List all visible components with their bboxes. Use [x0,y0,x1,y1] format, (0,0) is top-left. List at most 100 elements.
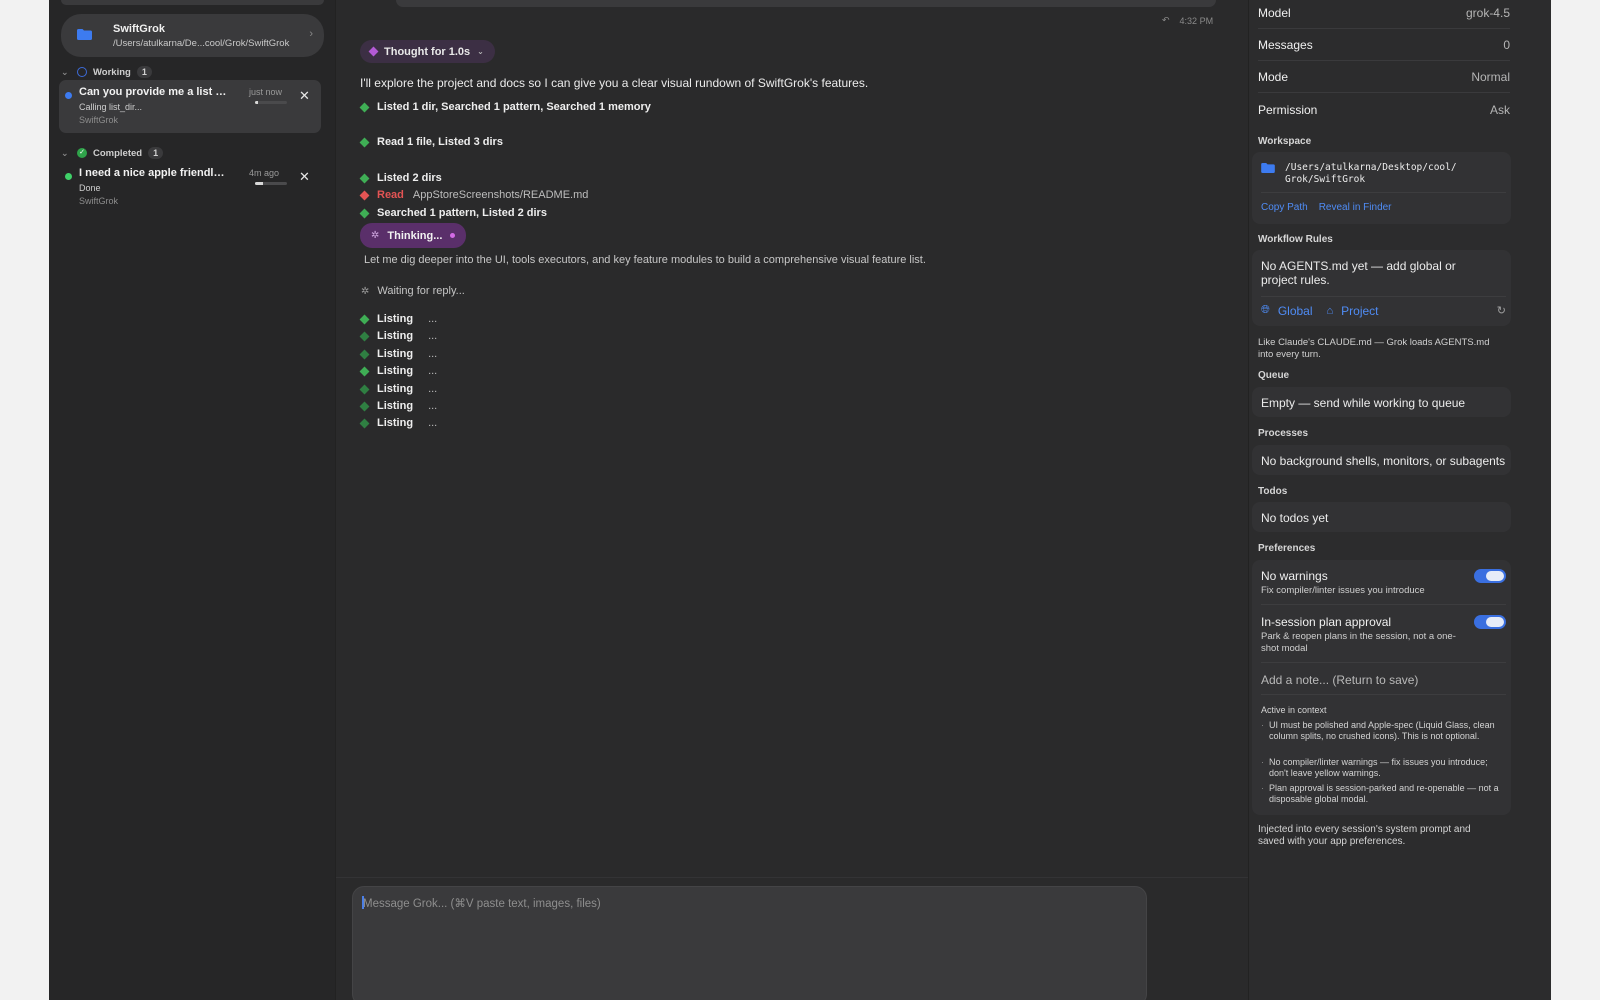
message-timestamp: 4:32 PM [1179,15,1214,26]
diamond-icon [359,401,370,411]
context-rule: · No compiler/linter warnings — fix issue… [1261,757,1506,779]
listing-step[interactable]: Listing... [359,313,438,325]
listing-label: Listing [377,417,414,429]
workspace-card: /Users/atulkarna/Desktop/cool/ Grok/Swif… [1252,152,1511,224]
listing-step[interactable]: Listing... [359,383,438,395]
toggle-knob [1486,571,1504,581]
diamond-icon [359,384,370,394]
preferences-footer: Injected into every session's system pro… [1258,824,1471,847]
divider [1261,694,1506,695]
listing-ellipsis: ... [428,400,438,412]
listing-label: Listing [377,330,414,342]
diamond-icon [368,46,379,57]
queue-text: Empty — send while working to queue [1261,396,1466,410]
listing-step[interactable]: Listing... [359,330,437,342]
project-card[interactable]: SwiftGrok /Users/atulkarna/De...cool/Gro… [61,14,324,57]
plan-approval-toggle[interactable] [1474,615,1506,629]
message-input-placeholder: Message Grok... (⌘V paste text, images, … [363,898,601,910]
activity-dot [450,233,456,238]
info-row-mode: Mode Normal [1258,61,1510,93]
tool-step-label: Listed 2 dirs [377,172,442,184]
info-key: Messages [1258,37,1313,52]
global-rules-button[interactable]: Global [1278,304,1313,318]
context-rule-text: No compiler/linter warnings — fix issues… [1269,757,1488,778]
task-status-dot [65,92,72,99]
workspace-links: Copy Path Reveal in Finder [1261,202,1392,213]
active-context-heading: Active in context [1261,705,1327,715]
task-progress-fill [255,101,259,104]
thought-pill[interactable]: Thought for 1.0s ⌄ [360,40,495,63]
listing-ellipsis: ... [428,383,438,395]
listing-step[interactable]: Listing... [359,348,437,360]
diamond-icon [359,190,370,200]
section-completed-label: Completed [93,147,143,159]
workspace-path-line: Grok/SwiftGrok [1285,174,1366,185]
task-subtitle: Done [79,183,101,193]
note-input[interactable]: Add a note... (Return to save) [1261,673,1418,687]
info-row-permission: Permission Ask [1258,94,1510,126]
tool-step-read[interactable]: Read AppStoreScreenshots/README.md [359,189,588,201]
tool-step[interactable]: Listed 1 dir, Searched 1 pattern, Search… [359,101,651,113]
project-name: SwiftGrok [113,23,165,35]
info-key: Mode [1258,69,1289,84]
project-rules-button[interactable]: Project [1341,304,1378,318]
copy-path-link[interactable]: Copy Path [1261,202,1308,213]
pref-title: In-session plan approval [1261,615,1392,629]
info-row-messages: Messages 0 [1258,29,1510,61]
spinner-icon: ✲ [371,230,380,241]
waiting-label: Waiting for reply... [377,285,465,297]
diamond-icon [359,102,370,112]
diamond-icon [359,314,370,324]
tool-step-label: Listed 1 dir, Searched 1 pattern, Search… [377,101,651,113]
listing-label: Listing [377,313,414,325]
listing-step[interactable]: Listing... [359,400,438,412]
pref-title: No warnings [1261,569,1328,583]
inspector-panel: Model grok-4.5 Messages 0 Mode Normal Permi… [1248,0,1551,1000]
workflow-actions: 🌐︎ Global ⌂ Project ↻ [1261,296,1506,324]
listing-step[interactable]: Listing... [359,417,437,429]
section-completed-count: 1 [148,147,164,159]
tool-step-label: Searched 1 pattern, Listed 2 dirs [377,207,547,219]
todos-heading: Todos [1258,486,1288,497]
refresh-icon[interactable]: ↻ [1497,304,1506,317]
preferences-card: No warnings Fix compiler/linter issues y… [1252,560,1511,815]
tool-step[interactable]: Listed 2 dirs [359,172,442,184]
info-value: grok-4.5 [1465,5,1510,20]
undo-icon[interactable]: ↶ [1162,15,1170,26]
tool-step[interactable]: Searched 1 pattern, Listed 2 dirs [359,207,547,219]
processes-card: No background shells, monitors, or subag… [1252,445,1511,475]
task-progress-bar [255,182,287,185]
section-working[interactable]: ⌄ Working 1 [61,64,152,80]
app-window: SwiftGrok /Users/atulkarna/De...cool/Gro… [49,0,1551,1000]
no-warnings-toggle[interactable] [1474,569,1506,583]
close-icon[interactable]: ✕ [299,88,310,104]
processes-heading: Processes [1258,428,1309,439]
queue-heading: Queue [1258,370,1290,381]
reveal-in-finder-link[interactable]: Reveal in Finder [1319,202,1392,213]
todos-text: No todos yet [1261,511,1329,525]
section-working-count: 1 [136,66,152,78]
task-item-working[interactable]: Can you provide me a list vi... Calling … [59,80,321,133]
info-row-model: Model grok-4.5 [1258,0,1510,29]
context-rule-text: Plan approval is session-parked and re-o… [1269,783,1499,804]
tool-step[interactable]: Read 1 file, Listed 3 dirs [359,136,503,148]
listing-ellipsis: ... [428,365,438,377]
close-icon[interactable]: ✕ [299,169,310,185]
assistant-intro: I'll explore the project and docs so I c… [360,76,869,90]
task-title: I need a nice apple friendly s... [79,167,229,179]
listing-ellipsis: ... [428,313,438,325]
sidebar: SwiftGrok /Users/atulkarna/De...cool/Gro… [49,0,336,1000]
folder-icon [77,29,92,40]
context-rule: · Plan approval is session-parked and re-… [1261,783,1506,805]
task-item-completed[interactable]: I need a nice apple friendly s... Done S… [59,161,321,214]
message-input[interactable]: Message Grok... (⌘V paste text, images, … [352,886,1147,1000]
thought-label: Thought for 1.0s [384,45,471,58]
divider [1261,604,1506,605]
workspace-heading: Workspace [1258,136,1312,147]
context-rule: · UI must be polished and Apple-spec (Liq… [1261,720,1506,742]
diamond-icon [359,137,370,147]
listing-step[interactable]: Listing... [359,365,438,377]
task-project: SwiftGrok [79,115,119,125]
pref-subtitle: Park & reopen plans in the session, not … [1261,631,1456,654]
section-completed[interactable]: ⌄ ✓ Completed 1 [61,145,164,161]
